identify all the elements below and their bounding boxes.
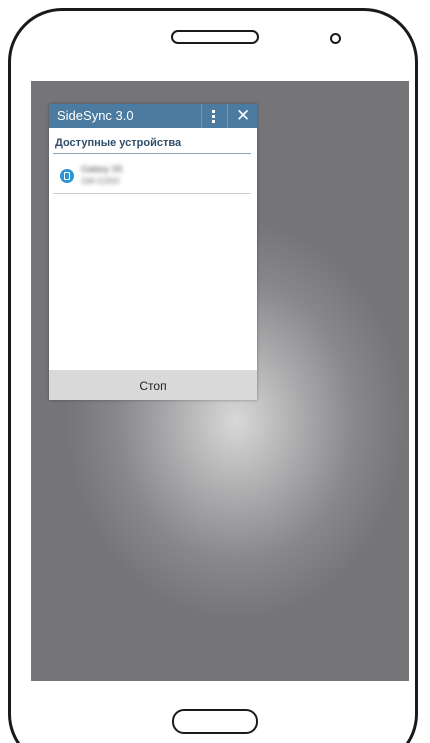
front-camera bbox=[330, 33, 341, 44]
popup-title: SideSync 3.0 bbox=[57, 108, 134, 123]
sidesync-popup: SideSync 3.0 ✕ Доступные устройства Gala… bbox=[49, 104, 257, 400]
more-options-button[interactable] bbox=[201, 104, 225, 128]
more-vert-icon bbox=[212, 110, 215, 123]
popup-titlebar[interactable]: SideSync 3.0 ✕ bbox=[49, 104, 257, 128]
close-button[interactable]: ✕ bbox=[227, 104, 257, 128]
screen: SideSync 3.0 ✕ Доступные устройства Gala… bbox=[31, 81, 409, 681]
close-icon: ✕ bbox=[236, 106, 251, 125]
page: SideSync 3.0 ✕ Доступные устройства Gala… bbox=[0, 0, 430, 743]
stop-button-label: Стоп bbox=[139, 379, 167, 393]
device-list-item[interactable]: Galaxy S5 SM-G900 bbox=[53, 155, 251, 194]
stop-button[interactable]: Стоп bbox=[49, 370, 257, 400]
speaker-slot bbox=[171, 30, 259, 44]
phone-icon bbox=[60, 169, 74, 183]
home-button[interactable] bbox=[172, 709, 258, 734]
device-name: Galaxy S5 bbox=[81, 164, 123, 174]
section-divider bbox=[53, 153, 251, 154]
available-devices-header: Доступные устройства bbox=[55, 137, 182, 149]
device-subtitle: SM-G900 bbox=[81, 176, 120, 186]
